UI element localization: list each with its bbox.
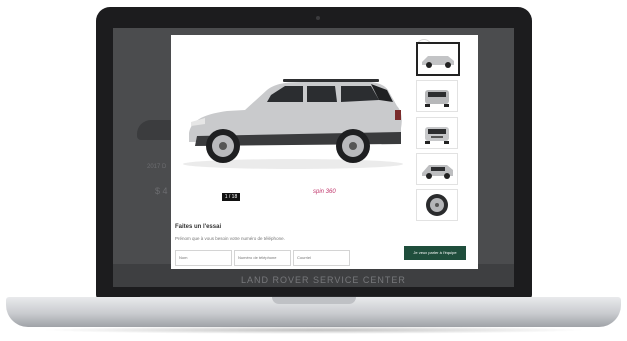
thumbnail-item[interactable] [416, 189, 458, 221]
email-field[interactable] [293, 250, 350, 266]
camera-icon [316, 16, 320, 20]
thumbnail-item[interactable] [416, 153, 458, 185]
phone-field[interactable] [234, 250, 291, 266]
background-footer-text: LAND ROVER SERVICE CENTER [241, 275, 406, 285]
thumbnail-car-front [425, 127, 449, 144]
name-field[interactable] [175, 250, 232, 266]
background-listing-year: 2017 D [147, 164, 167, 170]
thumbnail-car-side [422, 56, 454, 68]
laptop-opening-notch [272, 297, 356, 304]
contact-subtitle: Prénom que à vous besoin votre numéro de… [175, 236, 285, 241]
spin-360-logo: spin 360 [313, 189, 336, 195]
laptop-shadow [40, 326, 588, 334]
suv-illustration [183, 79, 403, 169]
image-counter: 1 / 18 [222, 193, 240, 201]
background-listing-price: $ 4 [155, 186, 168, 196]
thumbnail-item[interactable] [416, 80, 458, 112]
contact-title: Faites un l'essai [175, 224, 222, 230]
contact-submit-button[interactable]: Je veux parler à l'équipe [404, 246, 466, 260]
thumbnail-car-three-quarter [422, 165, 453, 179]
main-car-image[interactable] [175, 40, 412, 212]
thumbnail-item[interactable] [416, 117, 458, 149]
laptop-screen: 2017 D $ 4 LAND ROVER SERVICE CENTER 1 /… [113, 28, 514, 287]
thumbnail-car-rear [425, 90, 449, 107]
thumbnail-wheel-detail [426, 194, 448, 216]
thumbnail-item[interactable] [416, 42, 460, 76]
